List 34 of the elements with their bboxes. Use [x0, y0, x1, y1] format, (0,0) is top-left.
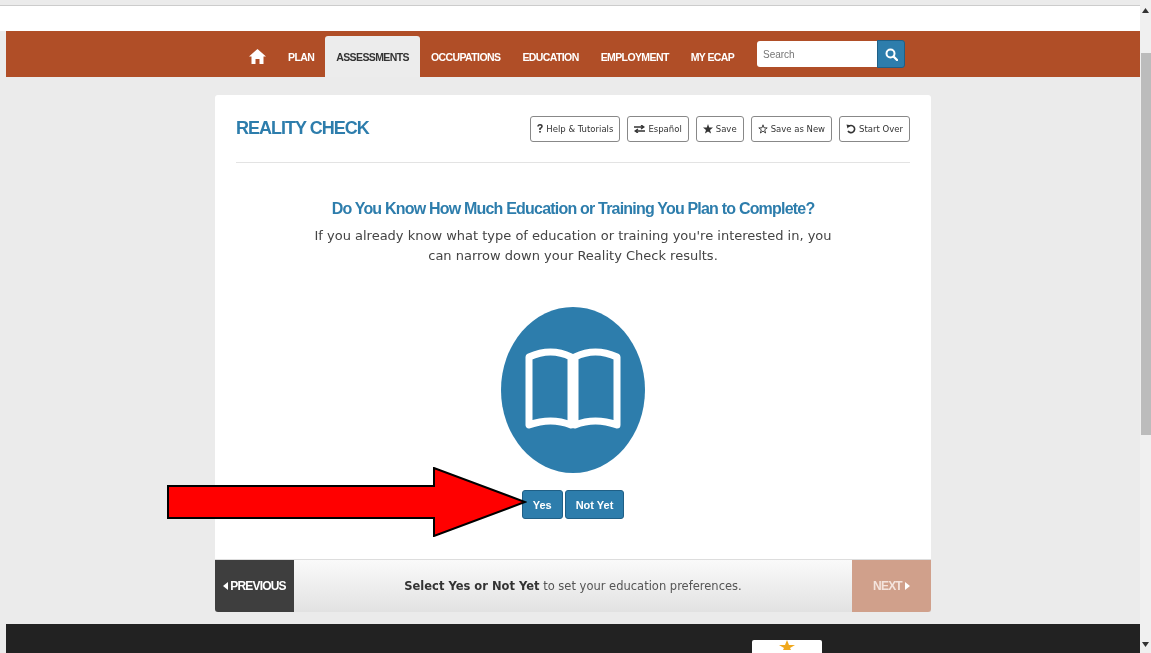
toolbar-button[interactable]: Español	[627, 115, 689, 142]
question-icon	[537, 124, 544, 133]
nav-tab[interactable]: ASSESSMENTS	[325, 36, 420, 77]
nav-tab[interactable]: PLAN	[277, 36, 326, 77]
instruction-text: Select Yes or Not Yet to set your education preferences.	[404, 579, 742, 593]
search-icon	[884, 47, 898, 61]
swap-icon	[634, 124, 646, 133]
star-icon	[779, 640, 795, 650]
toolbar-button[interactable]: Help & Tutorials	[530, 115, 621, 142]
star-outline-icon	[757, 123, 768, 134]
nav-tab[interactable]: MY ECAP	[679, 36, 746, 77]
search-button[interactable]	[877, 40, 905, 68]
caret-icon	[904, 582, 910, 590]
question-heading: Do You Know How Much Education or Training You Plan to Complete?	[331, 200, 815, 218]
scrollbar[interactable]	[1140, 0, 1151, 653]
scroll-up-icon[interactable]	[1142, 8, 1149, 13]
scroll-down-icon[interactable]	[1142, 642, 1149, 647]
nav-tab[interactable]: EDUCATION	[511, 36, 590, 77]
answer-button[interactable]: Not Yet	[564, 490, 625, 519]
answer-button[interactable]: Yes	[521, 490, 563, 519]
previous-button[interactable]: PREVIOUS	[215, 560, 294, 612]
toolbar-button[interactable]: Save as New	[750, 115, 833, 142]
book-icon	[501, 307, 645, 473]
page-title: REALITY CHECK	[236, 118, 369, 139]
nav-tab[interactable]: OCCUPATIONS	[419, 36, 512, 77]
home-icon	[249, 49, 266, 64]
star-icon	[702, 123, 713, 134]
search-field[interactable]: Search	[757, 41, 877, 67]
nav-tab[interactable]: EMPLOYMENT	[589, 36, 680, 77]
toolbar-button[interactable]: Start Over	[839, 115, 910, 142]
undo-icon	[846, 123, 857, 134]
toolbar-button[interactable]: Save	[695, 115, 744, 142]
caret-icon	[223, 582, 229, 590]
description-text: If you already know what type of education or training you're interested in, you can narrow down your Reality Check results.	[313, 227, 833, 265]
